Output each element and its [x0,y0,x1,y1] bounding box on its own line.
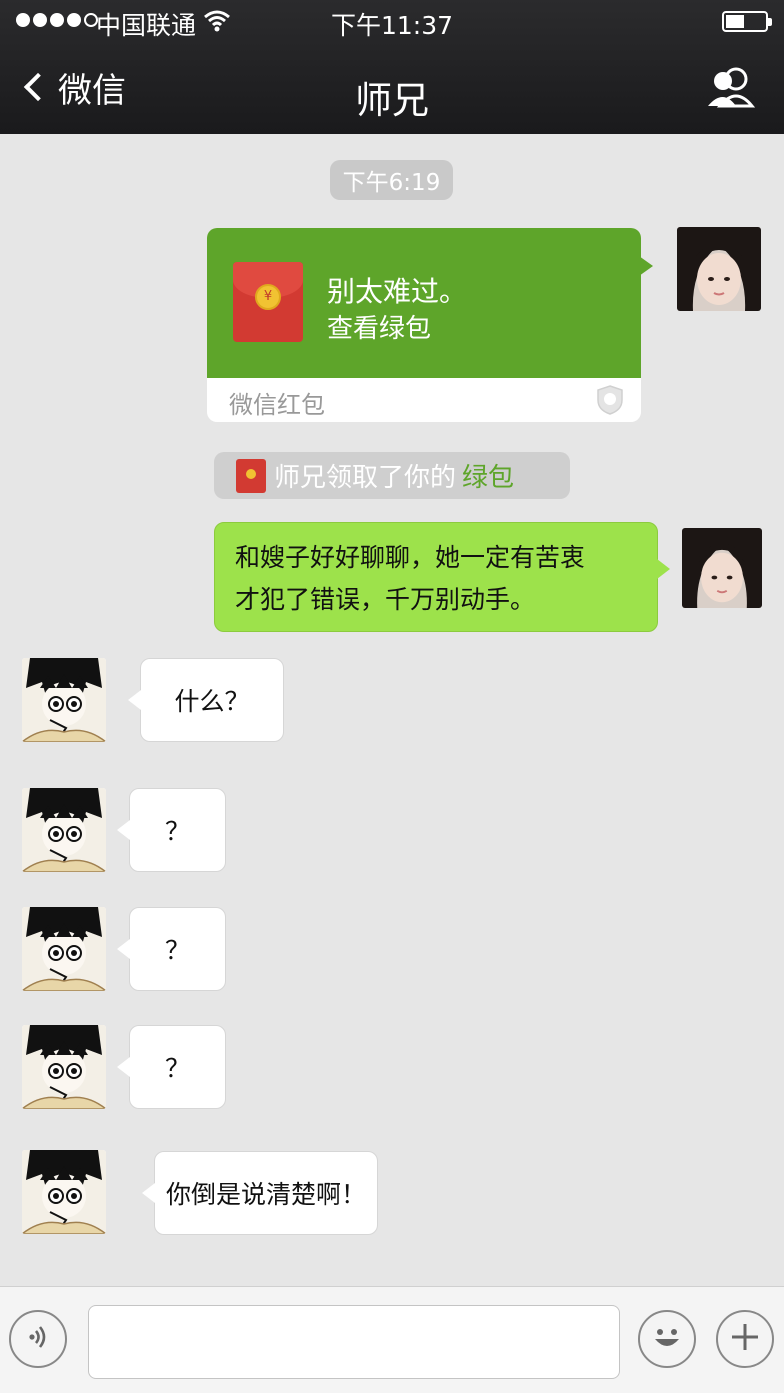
input-bar [0,1286,784,1393]
red-packet-claimed-notice: 师兄领取了你的 绿包 [214,452,570,499]
emoji-icon [647,1317,687,1361]
voice-button[interactable] [9,1310,67,1368]
message-bubble-received[interactable]: 什么？ [140,658,284,742]
contact-avatar[interactable] [22,1025,106,1109]
contact-profile-icon[interactable] [706,66,756,114]
red-packet-footer: 微信红包 [229,391,325,419]
message-list[interactable]: 下午6:19 ¥ 别太难过。 查看绿包 微信红包 师兄领取了你的 绿包 和嫂子好… [0,134,784,1286]
message-input[interactable] [88,1305,620,1379]
chat-screen: 中国联通 下午11:37 微信 师兄 下午6:19 ¥ 别太难过。 查看绿包 微… [0,0,784,1393]
plus-icon [728,1320,762,1358]
message-bubble-received[interactable]: ？ [129,788,226,872]
chat-title: 师兄 [355,79,429,122]
emoji-button[interactable] [638,1310,696,1368]
red-packet-message: 别太难过。 [327,275,468,308]
battery-icon [722,11,772,32]
green-packet-link[interactable]: 绿包 [462,457,514,494]
contact-avatar[interactable] [22,658,106,742]
red-packet-card[interactable]: ¥ 别太难过。 查看绿包 微信红包 [207,228,641,422]
status-bar: 中国联通 下午11:37 [0,0,784,42]
message-bubble-received[interactable]: 你倒是说清楚啊！ [154,1151,378,1235]
top-bar: 中国联通 下午11:37 微信 师兄 [0,0,784,134]
my-avatar[interactable] [677,227,761,311]
contact-avatar[interactable] [22,1150,106,1234]
red-envelope-icon: ¥ [233,262,303,342]
message-bubble-sent[interactable]: 和嫂子好好聊聊，她一定有苦衷 才犯了错误，千万别动手。 [214,522,658,632]
voice-icon [23,1322,53,1356]
status-time: 下午11:37 [330,11,454,40]
more-button[interactable] [716,1310,774,1368]
my-avatar[interactable] [682,528,762,608]
message-bubble-received[interactable]: ？ [129,1025,226,1109]
red-packet-action: 查看绿包 [327,314,432,344]
timestamp-label: 下午6:19 [330,160,453,200]
contact-avatar[interactable] [22,907,106,991]
red-envelope-icon [236,458,266,493]
message-bubble-received[interactable]: ？ [129,907,226,991]
shield-icon [595,384,625,420]
contact-avatar[interactable] [22,788,106,872]
